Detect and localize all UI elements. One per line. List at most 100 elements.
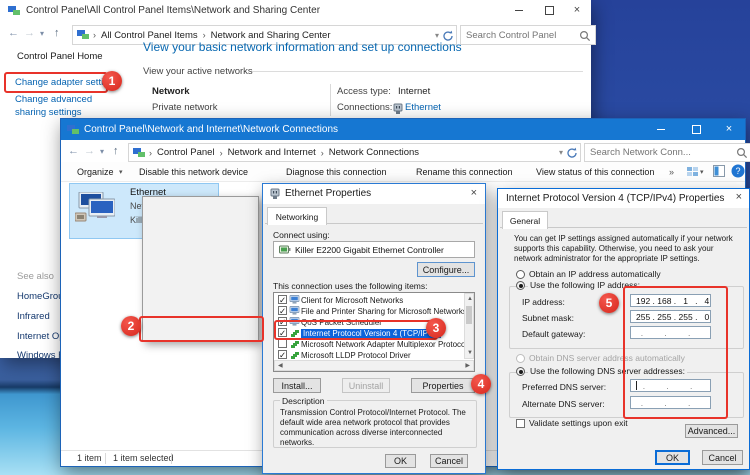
toolbar-overflow-chevron[interactable]: » xyxy=(669,167,674,177)
tab-general[interactable]: General xyxy=(502,211,548,229)
annotation-step-2: 2 xyxy=(121,316,141,336)
address-dropdown-icon[interactable]: ▾ xyxy=(559,148,563,157)
install-button[interactable]: Install... xyxy=(273,378,321,393)
refresh-icon[interactable] xyxy=(566,147,577,158)
maximize-button[interactable] xyxy=(535,0,563,21)
view-selector-icon[interactable] xyxy=(687,166,698,177)
item-checkbox[interactable] xyxy=(278,295,287,304)
close-icon[interactable]: × xyxy=(471,187,477,199)
radio-use-ip[interactable] xyxy=(516,281,525,290)
forward-icon[interactable]: → xyxy=(24,27,35,39)
radio-use-dns[interactable] xyxy=(516,367,525,376)
adapter-name-box: Killer E2200 Gigabit Ethernet Controller xyxy=(273,241,475,258)
advanced-button[interactable]: Advanced... xyxy=(685,424,738,438)
minimize-button[interactable] xyxy=(505,0,533,21)
minimize-button[interactable] xyxy=(647,119,675,140)
ethernet-adapter-icon xyxy=(75,192,115,222)
list-item[interactable]: Microsoft Network Adapter Multiplexor Pr… xyxy=(274,339,474,350)
ok-button[interactable]: OK xyxy=(385,454,416,468)
breadcrumb-control-panel[interactable]: Control Panel xyxy=(154,147,218,158)
radio-obtain-ip-auto[interactable] xyxy=(516,270,525,279)
breadcrumb-separator: › xyxy=(201,30,208,40)
sidebar-change-advanced-sharing[interactable]: Change advanced sharing settings xyxy=(15,93,125,119)
uninstall-button[interactable]: Uninstall xyxy=(342,378,390,393)
toolbar-view-status[interactable]: View status of this connection xyxy=(536,167,654,177)
item-checkbox[interactable] xyxy=(278,350,287,359)
ipv4-intro-text: You can get IP settings assigned automat… xyxy=(514,234,738,264)
help-icon[interactable] xyxy=(731,164,745,178)
horizontal-scrollbar[interactable]: ◀ ▶ xyxy=(274,360,474,371)
breadcrumb-separator: › xyxy=(91,30,98,40)
view-selector-chevron-icon[interactable]: ▾ xyxy=(700,168,704,176)
vertical-scrollbar[interactable]: ▲ ▼ xyxy=(464,293,474,359)
history-chevron-icon[interactable]: ▾ xyxy=(100,147,104,156)
details-pane-icon[interactable] xyxy=(713,165,725,177)
connections-ethernet-link[interactable]: Ethernet xyxy=(405,102,441,113)
up-icon[interactable]: ↑ xyxy=(54,27,60,39)
search-icon[interactable] xyxy=(736,147,747,158)
scroll-up-icon[interactable]: ▲ xyxy=(467,296,473,302)
forward-icon[interactable]: → xyxy=(84,145,95,157)
ok-button[interactable]: OK xyxy=(655,450,690,465)
search-placeholder: Search Network Conn... xyxy=(590,147,691,158)
properties-button[interactable]: Properties xyxy=(411,378,475,393)
scroll-thumb[interactable] xyxy=(466,306,472,324)
close-icon[interactable]: × xyxy=(736,191,742,203)
close-button[interactable]: × xyxy=(563,0,591,21)
network-type: Private network xyxy=(152,102,217,113)
item-checkbox[interactable] xyxy=(278,306,287,315)
section-divider xyxy=(252,71,583,72)
radio-obtain-dns-auto[interactable] xyxy=(516,354,525,363)
search-icon[interactable] xyxy=(579,30,590,41)
item-checkbox[interactable] xyxy=(278,339,287,348)
breadcrumb-separator: › xyxy=(218,148,225,158)
search-box[interactable]: Search Network Conn... xyxy=(584,143,750,162)
back-icon[interactable]: ← xyxy=(68,145,79,157)
breadcrumb-all-items[interactable]: All Control Panel Items xyxy=(98,30,201,41)
description-label: Description xyxy=(280,396,327,406)
configure-button[interactable]: Configure... xyxy=(417,262,475,277)
toolbar-rename[interactable]: Rename this connection xyxy=(416,167,513,177)
list-item[interactable]: File and Printer Sharing for Microsoft N… xyxy=(274,306,474,317)
description-groupbox: Description Transmission Control Protoco… xyxy=(273,400,477,448)
toolbar-diagnose[interactable]: Diagnose this connection xyxy=(286,167,387,177)
nic-icon xyxy=(279,245,291,255)
status-divider xyxy=(105,453,106,464)
access-type-label: Access type: xyxy=(337,86,391,97)
validate-label[interactable]: Validate settings upon exit xyxy=(529,418,628,428)
refresh-icon[interactable] xyxy=(442,30,453,41)
validate-checkbox[interactable] xyxy=(516,419,525,428)
breadcrumb-network-internet[interactable]: Network and Internet xyxy=(225,147,319,158)
see-also-label: See also xyxy=(17,271,54,282)
sidebar-infrared[interactable]: Infrared xyxy=(17,311,50,322)
up-icon[interactable]: ↑ xyxy=(113,145,119,157)
address-bar[interactable]: › Control Panel › Network and Internet ›… xyxy=(128,143,581,162)
address-dropdown-icon[interactable]: ▾ xyxy=(435,31,439,40)
scroll-right-icon[interactable]: ▶ xyxy=(465,363,470,369)
column-divider xyxy=(330,84,331,116)
control-panel-icon xyxy=(77,29,89,41)
scroll-left-icon[interactable]: ◀ xyxy=(278,363,283,369)
annotation-box-properties-menu xyxy=(139,316,264,342)
maximize-button[interactable] xyxy=(682,119,710,140)
breadcrumb-network-sharing[interactable]: Network and Sharing Center xyxy=(208,30,334,41)
ethernet-plug-icon xyxy=(269,188,281,200)
radio-obtain-ip-auto-label[interactable]: Obtain an IP address automatically xyxy=(529,269,661,279)
description-text: Transmission Control Protocol/Internet P… xyxy=(280,408,470,448)
history-chevron-icon[interactable]: ▾ xyxy=(40,29,44,38)
connect-using-label: Connect using: xyxy=(273,230,330,240)
cancel-button[interactable]: Cancel xyxy=(430,454,468,468)
sidebar-home[interactable]: Control Panel Home xyxy=(17,51,103,62)
toolbar-organize[interactable]: Organize xyxy=(77,167,114,177)
cancel-button[interactable]: Cancel xyxy=(702,450,743,465)
close-button[interactable]: × xyxy=(715,119,743,140)
back-icon[interactable]: ← xyxy=(8,27,19,39)
scroll-down-icon[interactable]: ▼ xyxy=(467,350,473,356)
breadcrumb-network-connections[interactable]: Network Connections xyxy=(326,147,422,158)
toolbar-disable-device[interactable]: Disable this network device xyxy=(139,167,248,177)
annotation-step-3: 3 xyxy=(426,318,446,338)
connection-items-label: This connection uses the following items… xyxy=(273,281,428,291)
list-item[interactable]: Client for Microsoft Networks xyxy=(274,295,474,306)
tab-networking[interactable]: Networking xyxy=(267,207,327,225)
search-box[interactable]: Search Control Panel xyxy=(460,25,596,45)
